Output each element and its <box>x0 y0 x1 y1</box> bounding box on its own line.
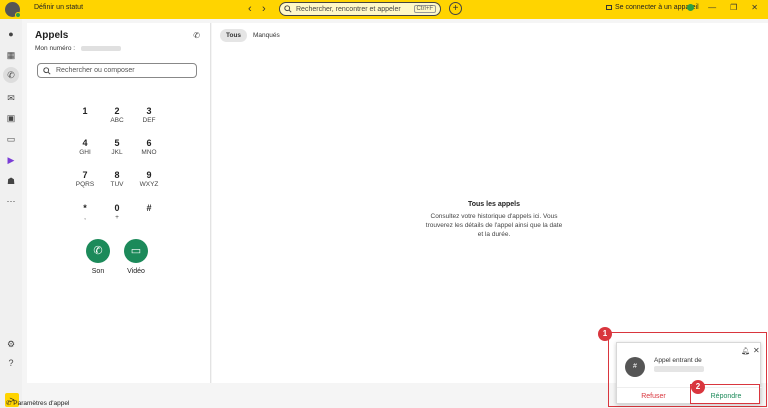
caller-avatar: # <box>625 357 645 377</box>
minimize-icon[interactable]: — <box>708 3 716 12</box>
contacts-icon[interactable]: ▣ <box>6 113 16 123</box>
teams-icon[interactable]: ☗ <box>6 176 16 186</box>
tab-all[interactable]: Tous <box>220 29 248 42</box>
dial-key[interactable]: 6 MNO <box>137 138 161 156</box>
dial-key-letters: TUV <box>110 181 124 188</box>
dial-key-digit: 6 <box>146 138 152 148</box>
bell-icon[interactable]: 🔔︎ <box>741 347 750 355</box>
apps-icon[interactable]: ▭ <box>6 134 16 144</box>
dial-key[interactable]: 8 TUV <box>105 170 129 188</box>
step-badge-1: 1 <box>598 327 612 341</box>
connect-device-button[interactable]: Se connecter à un appareil <box>606 4 699 11</box>
dial-key-letters: , <box>84 214 86 221</box>
back-arrow-icon[interactable]: ‹ <box>248 3 252 15</box>
chat-icon[interactable]: ● <box>6 29 16 39</box>
call-settings-link[interactable]: ✆ Paramètres d'appel <box>6 399 69 407</box>
dial-key-digit: 2 <box>114 106 120 116</box>
dial-key-digit: # <box>146 203 152 213</box>
calls-icon[interactable]: ✆ <box>3 67 19 83</box>
dial-key-letters: + <box>115 214 119 221</box>
dial-search-placeholder: Rechercher ou composer <box>56 67 135 74</box>
presence-dot <box>15 12 21 18</box>
redacted-number <box>81 45 122 51</box>
settings-icon[interactable]: ⚙ <box>6 339 16 349</box>
dial-key-letters: MNO <box>141 149 157 156</box>
title-bar: Définir un statut ‹ › Rechercher, rencon… <box>0 0 768 19</box>
dial-key-letters: GHI <box>79 149 91 156</box>
dial-key[interactable]: 3 DEF <box>137 106 161 124</box>
forward-arrow-icon[interactable]: › <box>262 3 266 15</box>
new-action-plus-icon[interactable]: + <box>449 2 462 15</box>
dial-key-digit: 8 <box>114 170 120 180</box>
voice-call-label: Son <box>91 268 105 275</box>
dial-key-digit: 9 <box>146 170 152 180</box>
dial-key-digit: 1 <box>82 106 88 116</box>
video-call-button[interactable]: ▭ <box>124 239 148 263</box>
empty-state-description: Consultez votre historique d'appels ici.… <box>425 213 563 238</box>
dial-key-letters: DEF <box>142 117 156 124</box>
dial-key[interactable]: 1 <box>73 106 97 117</box>
search-placeholder: Rechercher, rencontrer et appeler <box>296 5 401 13</box>
set-status-link[interactable]: Définir un statut <box>34 4 83 11</box>
device-icon <box>606 5 612 10</box>
dial-key-digit: 0 <box>114 203 120 213</box>
calls-panel: Appels Mon numéro : ✆ Rechercher ou comp… <box>27 23 211 383</box>
dial-key[interactable]: 9 WXYZ <box>137 170 161 188</box>
dial-key[interactable]: 2 ABC <box>105 106 129 124</box>
dial-key-letters: JKL <box>111 149 123 156</box>
close-icon[interactable]: ✕ <box>753 346 760 355</box>
more-icon[interactable]: ⋯ <box>6 196 16 206</box>
decline-call-button[interactable]: Refuser <box>617 387 690 405</box>
dial-key-digit: 4 <box>82 138 88 148</box>
calendar-icon[interactable]: ▦ <box>6 50 16 60</box>
dial-key-digit: 3 <box>146 106 152 116</box>
close-window-icon[interactable]: ✕ <box>751 3 758 12</box>
dial-key[interactable]: 7 PQRS <box>73 170 97 188</box>
video-call-label: Vidéo <box>127 268 145 275</box>
incoming-call-title: Appel entrant de <box>654 357 702 364</box>
calls-title: Appels <box>35 30 69 41</box>
dial-key-letters: PQRS <box>75 181 95 188</box>
mail-icon[interactable]: ✉ <box>6 93 16 103</box>
search-icon <box>43 66 51 75</box>
search-shortcut: Ctrl+F <box>413 5 436 13</box>
global-search-input[interactable]: Rechercher, rencontrer et appeler Ctrl+F <box>279 2 441 16</box>
user-avatar[interactable] <box>5 2 21 18</box>
dial-key[interactable]: # <box>137 203 161 214</box>
dial-key-digit: 5 <box>114 138 120 148</box>
step-badge-2: 2 <box>691 380 705 394</box>
calls-history-area: Tous Manqués Tous les appels Consultez v… <box>212 23 768 383</box>
dial-key-letters: WXYZ <box>139 181 159 188</box>
restore-icon[interactable]: ❐ <box>730 3 737 12</box>
call-settings-icon[interactable]: ✆ <box>193 31 200 40</box>
search-icon <box>284 5 292 13</box>
dial-key[interactable]: 4 GHI <box>73 138 97 156</box>
empty-state-title: Tous les appels <box>468 201 520 208</box>
connection-status-icon <box>687 4 695 11</box>
dial-key-digit: 7 <box>82 170 88 180</box>
dial-key-digit: * <box>83 203 87 213</box>
dial-key[interactable]: 0 + <box>105 203 129 221</box>
redacted-caller <box>654 366 704 372</box>
dial-search-input[interactable]: Rechercher ou composer <box>37 63 197 78</box>
voice-call-button[interactable]: ✆ <box>86 239 110 263</box>
dial-key[interactable]: 5 JKL <box>105 138 129 156</box>
stream-icon[interactable]: ▶ <box>6 155 16 165</box>
dial-key[interactable]: *, <box>73 203 97 221</box>
left-navigation-rail: ● ▦ ✆ ✉ ▣ ▭ ▶ ☗ ⋯ ⚙ ? > <box>0 19 22 408</box>
connect-device-label: Se connecter à un appareil <box>615 4 699 11</box>
help-icon[interactable]: ? <box>6 358 16 368</box>
tab-missed[interactable]: Manqués <box>247 29 286 42</box>
dial-key-letters: ABC <box>110 117 124 124</box>
my-number: Mon numéro : <box>35 45 122 52</box>
